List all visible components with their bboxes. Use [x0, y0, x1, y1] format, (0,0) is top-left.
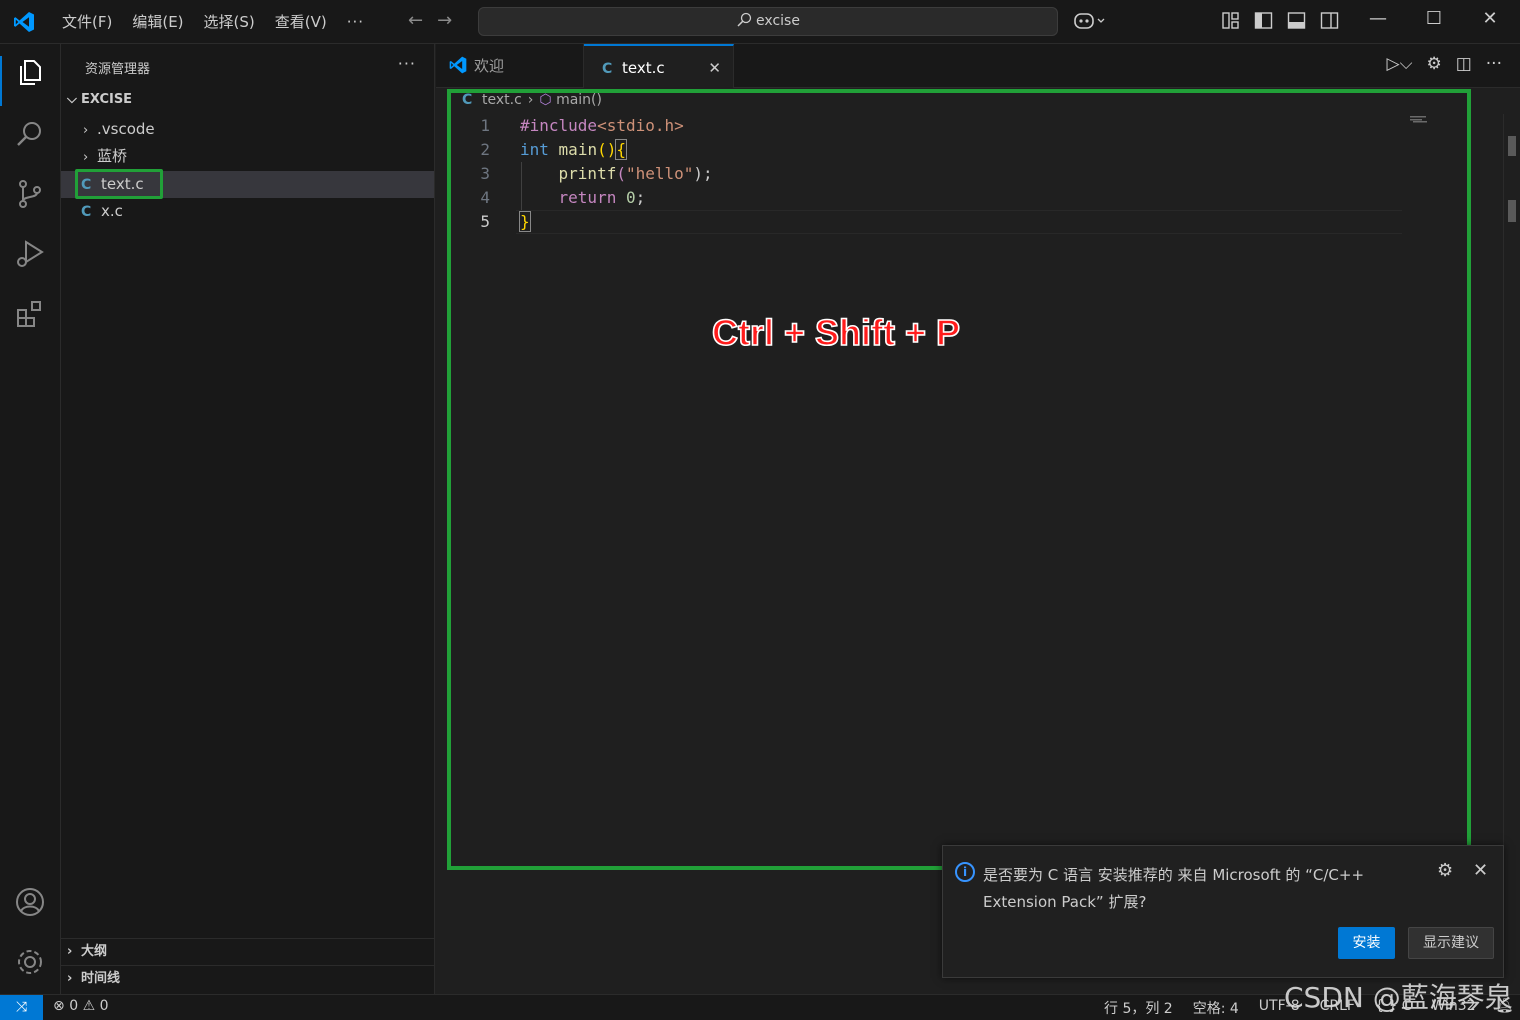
cursor-position[interactable]: 行 5，列 2: [1104, 998, 1173, 1018]
vscode-logo-icon: [14, 12, 34, 32]
copilot-icon: [1074, 13, 1105, 29]
editor-tabs: 欢迎 Ctext.c ✕ ▷⌵ ⚙ ◫ ···: [436, 44, 1520, 88]
error-count: 0: [69, 998, 79, 1014]
workspace-root-label: EXCISE: [81, 92, 133, 107]
run-debug-icon[interactable]: [14, 238, 46, 270]
menu-edit[interactable]: 编辑(E): [122, 12, 193, 32]
notification-line-2: Extension Pack” 扩展?: [983, 893, 1147, 911]
search-text: excise: [756, 13, 800, 29]
scrollbar-thumb[interactable]: [1508, 200, 1516, 222]
tab-welcome-label: 欢迎: [474, 57, 505, 75]
navigation-arrows: ← →: [408, 10, 466, 31]
activity-bar: [0, 44, 61, 994]
menu-view[interactable]: 查看(V): [265, 12, 337, 32]
back-arrow-icon[interactable]: ←: [408, 10, 423, 31]
highlight-box-editor: [447, 89, 1471, 870]
section-outline[interactable]: › 大纲: [61, 938, 434, 965]
c-file-icon: C: [602, 61, 613, 77]
chevron-right-icon: ›: [67, 944, 73, 959]
more-actions-icon[interactable]: ···: [1486, 54, 1502, 74]
chevron-down-icon: ⌵: [67, 92, 77, 107]
settings-gear-icon[interactable]: [14, 946, 46, 978]
workspace-root[interactable]: ⌵ EXCISE: [67, 92, 132, 107]
menu-selection[interactable]: 选择(S): [194, 12, 265, 32]
split-editor-icon[interactable]: ◫: [1456, 54, 1472, 74]
window-controls: — ☐ ✕: [1350, 8, 1518, 29]
section-timeline[interactable]: › 时间线: [61, 965, 434, 992]
remote-indicator[interactable]: ⤨: [0, 995, 43, 1020]
menu-file[interactable]: 文件(F): [52, 12, 122, 32]
tab-text-c[interactable]: Ctext.c ✕: [584, 44, 734, 88]
notification-line-1: 是否要为 C 语言 安装推荐的 来自 Microsoft 的 “C/C++: [983, 866, 1365, 884]
tree-item-x-c[interactable]: Cx.c: [61, 198, 434, 225]
tree-item-label: .vscode: [97, 120, 155, 138]
run-file-icon[interactable]: ▷⌵: [1387, 54, 1413, 74]
active-indicator: [0, 56, 2, 106]
search-icon: [737, 12, 752, 27]
tree-item-label: x.c: [101, 202, 123, 220]
chevron-right-icon: ›: [83, 150, 89, 165]
maximize-icon[interactable]: ☐: [1406, 8, 1462, 29]
notification-close-icon[interactable]: ✕: [1473, 860, 1488, 881]
vscode-logo-icon: [449, 56, 467, 74]
explorer-sidebar: 资源管理器 ··· ⌵ EXCISE › .vscode › 蓝桥 Ctext.c C…: [61, 44, 435, 994]
section-outline-label: 大纲: [81, 944, 108, 959]
shortcut-annotation: Ctrl + Shift + P: [711, 311, 961, 354]
show-recommendations-button[interactable]: 显示建议: [1408, 927, 1494, 959]
sidebar-title: 资源管理器: [85, 62, 151, 77]
indentation[interactable]: 空格: 4: [1193, 998, 1239, 1018]
tree-item-vscode[interactable]: › .vscode: [61, 116, 434, 143]
explorer-icon[interactable]: [14, 56, 46, 88]
toggle-secondary-sidebar-icon[interactable]: [1319, 10, 1340, 31]
c-file-icon: C: [81, 204, 92, 220]
watermark: CSDN @藍海琴泉: [1284, 981, 1513, 1014]
accounts-icon[interactable]: [14, 886, 46, 918]
warning-icon: ⚠: [82, 998, 96, 1014]
title-bar: 文件(F) 编辑(E) 选择(S) 查看(V) ··· ← → excise — …: [0, 0, 1520, 44]
scrollbar-marker: [1508, 136, 1516, 156]
extension-recommendation-notification: i 是否要为 C 语言 安装推荐的 来自 Microsoft 的 “C/C++ …: [942, 845, 1504, 978]
warning-count: 0: [99, 998, 109, 1014]
chevron-right-icon: ›: [67, 971, 73, 986]
menu-bar: 文件(F) 编辑(E) 选择(S) 查看(V) ···: [52, 12, 374, 32]
install-button[interactable]: 安装: [1338, 927, 1395, 959]
extensions-icon[interactable]: [14, 298, 46, 330]
layout-controls: [1220, 10, 1340, 31]
tree-item-label: 蓝桥: [97, 147, 128, 165]
settings-gear-icon[interactable]: ⚙: [1426, 54, 1441, 74]
highlight-box-text-c: [75, 169, 163, 199]
copilot-button[interactable]: [1072, 10, 1106, 36]
tree-item-lanqiao[interactable]: › 蓝桥: [61, 143, 434, 170]
tab-welcome[interactable]: 欢迎: [436, 44, 584, 88]
sidebar-more-button[interactable]: ···: [398, 54, 416, 73]
remote-icon: ⤨: [15, 999, 28, 1015]
close-window-icon[interactable]: ✕: [1462, 8, 1518, 29]
toggle-primary-sidebar-icon[interactable]: [1253, 10, 1274, 31]
problems-indicator[interactable]: ⊗ 0 ⚠ 0: [53, 998, 109, 1014]
menu-more-button[interactable]: ···: [337, 12, 374, 32]
customize-layout-icon[interactable]: [1220, 10, 1241, 31]
notification-message: 是否要为 C 语言 安装推荐的 来自 Microsoft 的 “C/C++ Ex…: [983, 862, 1433, 916]
error-icon: ⊗: [53, 998, 65, 1014]
info-icon: i: [955, 862, 975, 882]
close-tab-icon[interactable]: ✕: [708, 46, 721, 90]
forward-arrow-icon[interactable]: →: [437, 10, 452, 31]
toggle-panel-icon[interactable]: [1286, 10, 1307, 31]
command-center-search[interactable]: excise: [478, 7, 1058, 36]
search-view-icon[interactable]: [14, 118, 46, 150]
source-control-icon[interactable]: [14, 178, 46, 210]
minimize-icon[interactable]: —: [1350, 8, 1406, 29]
chevron-right-icon: ›: [83, 123, 89, 138]
section-timeline-label: 时间线: [81, 971, 121, 986]
editor-actions: ▷⌵ ⚙ ◫ ···: [1387, 54, 1503, 74]
editor-scrollbar[interactable]: [1503, 114, 1517, 849]
notification-settings-gear-icon[interactable]: ⚙: [1437, 860, 1453, 881]
tab-text-c-label: text.c: [622, 59, 665, 77]
